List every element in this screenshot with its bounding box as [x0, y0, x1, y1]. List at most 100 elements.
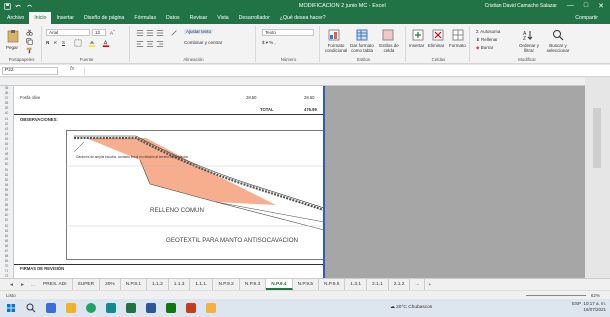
sort-filter-button[interactable]: Ordenar y filtrar [516, 43, 542, 53]
redo-icon[interactable] [26, 3, 33, 10]
font-size-select[interactable]: 12 [92, 29, 106, 36]
tab-inicio[interactable]: Inicio [29, 12, 52, 24]
non-print-area[interactable] [325, 86, 585, 278]
add-sheet-button[interactable]: + [425, 282, 434, 288]
scroll-thumb[interactable] [593, 108, 601, 168]
paste-icon[interactable] [6, 29, 20, 43]
align-middle-icon[interactable] [146, 29, 154, 37]
find-select-button[interactable]: Buscar y seleccionar [544, 43, 572, 53]
row-headers[interactable]: 35 36 37 38 39 40 41 42 43 44 45 46 47 4… [0, 86, 14, 278]
minimize-button[interactable]: — [567, 2, 574, 10]
sheet-tab[interactable]: N.P.9.1 [121, 279, 148, 290]
clock-time[interactable]: 10:17 a. m. [583, 301, 606, 306]
tab-more-button[interactable]: ... [28, 282, 38, 288]
sheet-tab[interactable]: 2.1.2 [389, 279, 411, 290]
sheet-tab[interactable]: 1.1.3 [169, 279, 191, 290]
tab-revisar[interactable]: Revisar [185, 12, 213, 24]
paste-button[interactable]: Pegar [6, 45, 18, 50]
cross-section-drawing[interactable]: Gaviones de amplia escuela, contacto lin… [66, 130, 324, 260]
drawing-note[interactable]: Gaviones de amplia escuela, contacto lin… [76, 155, 188, 159]
align-right-icon[interactable] [156, 40, 164, 48]
format-table-button[interactable]: Dar formato como tabla [350, 43, 374, 53]
relleno-label[interactable]: RELLENO COMUN [150, 207, 204, 214]
sheet-tab[interactable]: N.P.9.2 [213, 279, 240, 290]
item-value[interactable]: 28.50 [246, 95, 256, 100]
accounting-format-button[interactable]: $ ▾ % ‚ [262, 40, 276, 45]
tab-desarrollador[interactable]: Desarrollador [234, 12, 275, 24]
formula-input[interactable] [84, 67, 584, 75]
fill-color-icon[interactable] [88, 39, 96, 47]
tab-archivo[interactable]: Archivo [2, 12, 29, 24]
chrome-icon[interactable] [86, 303, 96, 313]
merge-center-button[interactable]: Combinar y centrar [184, 40, 222, 45]
task-view-icon[interactable] [46, 303, 56, 313]
clear-button[interactable]: ◆ Borrar [476, 45, 493, 50]
tab-vista[interactable]: Vista [212, 12, 233, 24]
align-center-icon[interactable] [146, 40, 154, 48]
zoom-level[interactable]: 62% [591, 293, 600, 298]
weather-widget[interactable]: ☁ 20°C Chubascos [390, 305, 432, 310]
sheet-tab[interactable]: N.P.9.5 [293, 279, 319, 290]
cell-styles-button[interactable]: Estilos de celda [377, 43, 401, 53]
share-button[interactable]: Compartir [571, 15, 602, 21]
font-color-icon[interactable]: A [102, 39, 110, 47]
tab-prev-button[interactable]: ◄ [6, 282, 17, 288]
sheet-tab[interactable]: SUPER [73, 279, 101, 290]
clock-date[interactable]: 16/07/2021 [572, 307, 606, 313]
acrobat-icon[interactable] [186, 303, 196, 313]
name-box[interactable]: P22 [2, 67, 58, 75]
sheet-tab[interactable]: 2.1.1 [367, 279, 389, 290]
search-icon[interactable] [26, 303, 36, 313]
format-painter-icon[interactable] [26, 47, 33, 54]
tab-formulas[interactable]: Fórmulas [129, 12, 161, 24]
align-bottom-icon[interactable] [156, 29, 164, 37]
insert-cells-button[interactable]: Insertar [409, 43, 424, 48]
sheet-tab[interactable]: 1.1.1. [190, 279, 214, 290]
wrap-text-button[interactable]: Ajustar texto [184, 29, 214, 34]
autosum-button[interactable]: Σ Autosuma [476, 29, 500, 34]
bold-button[interactable]: N [46, 40, 49, 45]
total-value[interactable]: 476.99 [304, 107, 317, 112]
font-name-select[interactable]: Arial [46, 29, 90, 36]
column-headers[interactable] [0, 78, 610, 86]
sheet-tab[interactable]: N.P.9.6 [319, 279, 346, 290]
tell-me-search[interactable]: ¿Qué desea hacer? [275, 12, 331, 24]
sheet-tab[interactable]: 20% [100, 279, 121, 290]
item-value-2[interactable]: 28.50 [304, 95, 314, 100]
align-left-icon[interactable] [136, 40, 144, 48]
file-explorer-icon[interactable] [66, 303, 76, 313]
tab-insertar[interactable]: Insertar [51, 12, 79, 24]
app-icon[interactable] [206, 303, 216, 313]
tab-next-button[interactable]: ► [17, 282, 28, 288]
align-top-icon[interactable] [136, 29, 144, 37]
edge-icon[interactable] [106, 303, 116, 313]
sheet-tab[interactable]: 1.1.2 [147, 279, 169, 290]
delete-cells-icon[interactable] [432, 29, 444, 41]
underline-button[interactable]: S [62, 40, 65, 45]
cut-icon[interactable] [26, 29, 33, 36]
insert-cells-icon[interactable] [412, 29, 424, 41]
maximize-button[interactable]: □ [584, 2, 588, 10]
undo-icon[interactable] [15, 3, 22, 10]
autocad-icon[interactable] [166, 303, 176, 313]
vertical-scrollbar[interactable] [585, 78, 610, 278]
orientation-icon[interactable] [170, 29, 178, 37]
format-table-icon[interactable] [356, 29, 368, 41]
format-cells-button[interactable]: Formato [449, 43, 466, 48]
borders-icon[interactable] [74, 39, 82, 47]
tab-diseno-pagina[interactable]: Diseño de página [79, 12, 129, 24]
language-indicator[interactable]: ESP [572, 301, 581, 306]
copy-icon[interactable] [26, 38, 33, 45]
fill-button[interactable]: ⬇ Rellenar [476, 37, 498, 42]
word-icon[interactable] [146, 303, 156, 313]
tab-datos[interactable]: Datos [161, 12, 185, 24]
fx-icon[interactable]: fx [70, 66, 74, 72]
find-icon[interactable] [552, 29, 564, 41]
close-button[interactable]: ✕ [598, 2, 604, 10]
printed-page[interactable]: Fosfa olive 28.50 28.50 TOTAL 476.99 OBS… [14, 86, 325, 278]
sort-filter-icon[interactable]: AZ [522, 29, 534, 41]
format-cells-icon[interactable] [452, 29, 464, 41]
sheet-tab-overflow[interactable]: ... [410, 279, 426, 290]
cell-styles-icon[interactable] [382, 29, 394, 41]
save-icon[interactable] [4, 2, 11, 10]
